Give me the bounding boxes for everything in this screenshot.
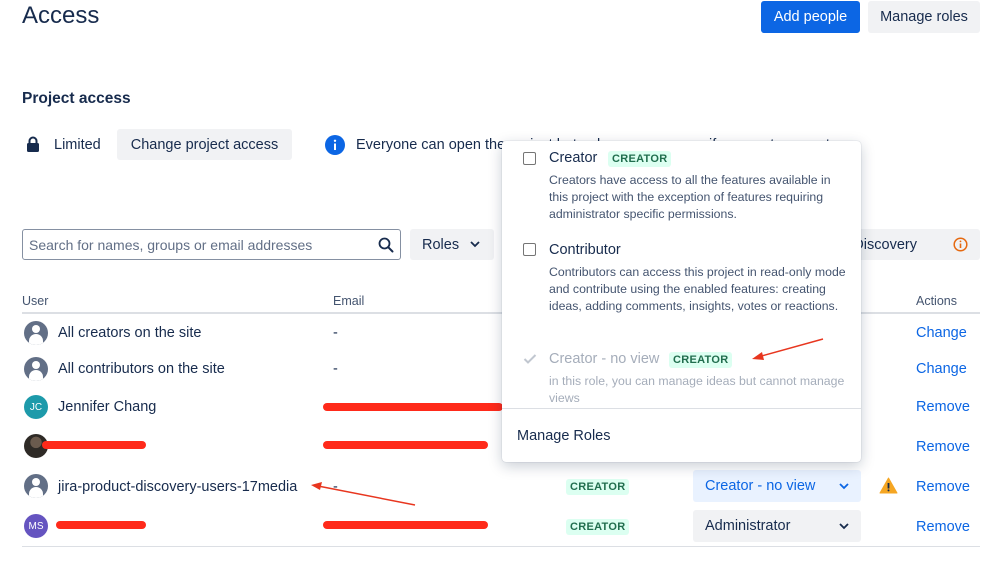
annotation-arrows bbox=[0, 0, 999, 575]
annotation-arrow bbox=[758, 339, 823, 357]
annotation-arrow bbox=[318, 486, 415, 505]
